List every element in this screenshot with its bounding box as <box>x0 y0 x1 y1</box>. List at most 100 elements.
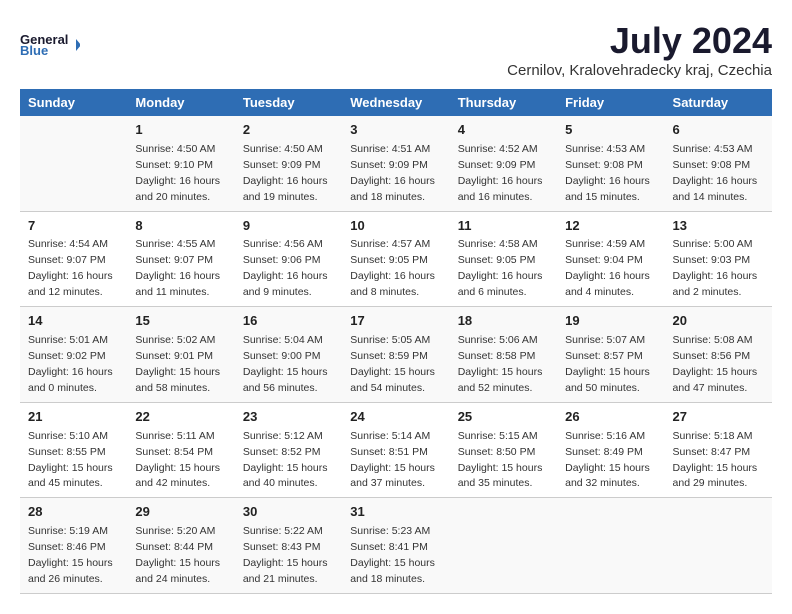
sunrise-text: Sunrise: 5:07 AMSunset: 8:57 PMDaylight:… <box>565 334 650 394</box>
sunrise-text: Sunrise: 4:53 AMSunset: 9:08 PMDaylight:… <box>565 143 650 203</box>
col-header-monday: Monday <box>127 89 234 116</box>
sunrise-text: Sunrise: 5:01 AMSunset: 9:02 PMDaylight:… <box>28 334 113 394</box>
table-cell: 26 Sunrise: 5:16 AMSunset: 8:49 PMDayligh… <box>557 402 664 498</box>
table-cell: 1Sunrise: 4:50 AMSunset: 9:10 PMDaylight… <box>127 116 234 211</box>
table-cell <box>20 116 127 211</box>
week-row-3: 14 Sunrise: 5:01 AMSunset: 9:02 PMDayligh… <box>20 307 772 403</box>
sunrise-text: Sunrise: 5:05 AMSunset: 8:59 PMDaylight:… <box>350 334 435 394</box>
day-number: 14 <box>28 312 119 331</box>
day-number: 23 <box>243 408 334 427</box>
logo-svg: General Blue <box>20 20 80 70</box>
sunrise-text: Sunrise: 5:19 AMSunset: 8:46 PMDaylight:… <box>28 525 113 585</box>
day-number: 25 <box>458 408 549 427</box>
table-cell: 31 Sunrise: 5:23 AMSunset: 8:41 PMDayligh… <box>342 498 449 594</box>
table-cell: 30Sunrise: 5:22 AMSunset: 8:43 PMDayligh… <box>235 498 342 594</box>
sunrise-text: Sunrise: 5:12 AMSunset: 8:52 PMDaylight:… <box>243 430 328 490</box>
day-number: 27 <box>673 408 764 427</box>
week-row-2: 7Sunrise: 4:54 AMSunset: 9:07 PMDaylight… <box>20 211 772 307</box>
table-cell: 21Sunrise: 5:10 AMSunset: 8:55 PMDayligh… <box>20 402 127 498</box>
sunrise-text: Sunrise: 5:08 AMSunset: 8:56 PMDaylight:… <box>673 334 758 394</box>
day-number: 5 <box>565 121 656 140</box>
calendar-table: SundayMondayTuesdayWednesdayThursdayFrid… <box>20 89 772 594</box>
table-cell: 27 Sunrise: 5:18 AMSunset: 8:47 PMDayligh… <box>665 402 772 498</box>
day-number: 11 <box>458 217 549 236</box>
col-header-sunday: Sunday <box>20 89 127 116</box>
table-cell <box>665 498 772 594</box>
day-number: 16 <box>243 312 334 331</box>
table-cell: 28 Sunrise: 5:19 AMSunset: 8:46 PMDayligh… <box>20 498 127 594</box>
table-cell: 15 Sunrise: 5:02 AMSunset: 9:01 PMDayligh… <box>127 307 234 403</box>
day-number: 10 <box>350 217 441 236</box>
sunrise-text: Sunrise: 4:57 AMSunset: 9:05 PMDaylight:… <box>350 238 435 298</box>
month-title: July 2024 <box>507 20 772 62</box>
sunrise-text: Sunrise: 4:52 AMSunset: 9:09 PMDaylight:… <box>458 143 543 203</box>
sunrise-text: Sunrise: 5:02 AMSunset: 9:01 PMDaylight:… <box>135 334 220 394</box>
location-subtitle: Cernilov, Kralovehradecky kraj, Czechia <box>507 62 772 79</box>
day-number: 31 <box>350 503 441 522</box>
table-cell: 11 Sunrise: 4:58 AMSunset: 9:05 PMDayligh… <box>450 211 557 307</box>
sunrise-text: Sunrise: 5:16 AMSunset: 8:49 PMDaylight:… <box>565 430 650 490</box>
table-cell: 16 Sunrise: 5:04 AMSunset: 9:00 PMDayligh… <box>235 307 342 403</box>
col-header-wednesday: Wednesday <box>342 89 449 116</box>
week-row-1: 1Sunrise: 4:50 AMSunset: 9:10 PMDaylight… <box>20 116 772 211</box>
table-cell: 8 Sunrise: 4:55 AMSunset: 9:07 PMDaylight… <box>127 211 234 307</box>
table-cell: 23 Sunrise: 5:12 AMSunset: 8:52 PMDayligh… <box>235 402 342 498</box>
table-cell: 24 Sunrise: 5:14 AMSunset: 8:51 PMDayligh… <box>342 402 449 498</box>
sunrise-text: Sunrise: 5:10 AMSunset: 8:55 PMDaylight:… <box>28 430 113 490</box>
sunrise-text: Sunrise: 4:58 AMSunset: 9:05 PMDaylight:… <box>458 238 543 298</box>
day-number: 29 <box>135 503 226 522</box>
day-number: 8 <box>135 217 226 236</box>
table-cell: 7Sunrise: 4:54 AMSunset: 9:07 PMDaylight… <box>20 211 127 307</box>
col-header-saturday: Saturday <box>665 89 772 116</box>
sunrise-text: Sunrise: 4:51 AMSunset: 9:09 PMDaylight:… <box>350 143 435 203</box>
sunrise-text: Sunrise: 5:23 AMSunset: 8:41 PMDaylight:… <box>350 525 435 585</box>
table-cell: 10 Sunrise: 4:57 AMSunset: 9:05 PMDayligh… <box>342 211 449 307</box>
sunrise-text: Sunrise: 5:20 AMSunset: 8:44 PMDaylight:… <box>135 525 220 585</box>
week-row-4: 21Sunrise: 5:10 AMSunset: 8:55 PMDayligh… <box>20 402 772 498</box>
day-number: 20 <box>673 312 764 331</box>
day-number: 28 <box>28 503 119 522</box>
table-cell: 5 Sunrise: 4:53 AMSunset: 9:08 PMDaylight… <box>557 116 664 211</box>
sunrise-text: Sunrise: 5:04 AMSunset: 9:00 PMDaylight:… <box>243 334 328 394</box>
table-cell: 29 Sunrise: 5:20 AMSunset: 8:44 PMDayligh… <box>127 498 234 594</box>
day-number: 24 <box>350 408 441 427</box>
table-cell: 6Sunrise: 4:53 AMSunset: 9:08 PMDaylight… <box>665 116 772 211</box>
title-block: July 2024 Cernilov, Kralovehradecky kraj… <box>507 20 772 79</box>
table-cell <box>557 498 664 594</box>
day-number: 12 <box>565 217 656 236</box>
table-cell: 2 Sunrise: 4:50 AMSunset: 9:09 PMDaylight… <box>235 116 342 211</box>
day-number: 4 <box>458 121 549 140</box>
day-number: 15 <box>135 312 226 331</box>
day-number: 9 <box>243 217 334 236</box>
table-cell: 13Sunrise: 5:00 AMSunset: 9:03 PMDayligh… <box>665 211 772 307</box>
table-cell: 3 Sunrise: 4:51 AMSunset: 9:09 PMDaylight… <box>342 116 449 211</box>
day-number: 6 <box>673 121 764 140</box>
day-number: 7 <box>28 217 119 236</box>
day-number: 17 <box>350 312 441 331</box>
table-cell: 12Sunrise: 4:59 AMSunset: 9:04 PMDayligh… <box>557 211 664 307</box>
table-cell: 19 Sunrise: 5:07 AMSunset: 8:57 PMDayligh… <box>557 307 664 403</box>
calendar-header-row: SundayMondayTuesdayWednesdayThursdayFrid… <box>20 89 772 116</box>
day-number: 19 <box>565 312 656 331</box>
sunrise-text: Sunrise: 5:18 AMSunset: 8:47 PMDaylight:… <box>673 430 758 490</box>
table-cell <box>450 498 557 594</box>
sunrise-text: Sunrise: 5:22 AMSunset: 8:43 PMDaylight:… <box>243 525 328 585</box>
week-row-5: 28 Sunrise: 5:19 AMSunset: 8:46 PMDayligh… <box>20 498 772 594</box>
sunrise-text: Sunrise: 5:06 AMSunset: 8:58 PMDaylight:… <box>458 334 543 394</box>
table-cell: 9 Sunrise: 4:56 AMSunset: 9:06 PMDaylight… <box>235 211 342 307</box>
day-number: 26 <box>565 408 656 427</box>
col-header-friday: Friday <box>557 89 664 116</box>
sunrise-text: Sunrise: 4:56 AMSunset: 9:06 PMDaylight:… <box>243 238 328 298</box>
svg-text:Blue: Blue <box>20 43 48 58</box>
day-number: 3 <box>350 121 441 140</box>
sunrise-text: Sunrise: 5:14 AMSunset: 8:51 PMDaylight:… <box>350 430 435 490</box>
table-cell: 18Sunrise: 5:06 AMSunset: 8:58 PMDayligh… <box>450 307 557 403</box>
sunrise-text: Sunrise: 4:50 AMSunset: 9:09 PMDaylight:… <box>243 143 328 203</box>
table-cell: 22Sunrise: 5:11 AMSunset: 8:54 PMDayligh… <box>127 402 234 498</box>
table-cell: 20 Sunrise: 5:08 AMSunset: 8:56 PMDayligh… <box>665 307 772 403</box>
day-number: 2 <box>243 121 334 140</box>
table-cell: 14 Sunrise: 5:01 AMSunset: 9:02 PMDayligh… <box>20 307 127 403</box>
sunrise-text: Sunrise: 4:55 AMSunset: 9:07 PMDaylight:… <box>135 238 220 298</box>
table-cell: 4 Sunrise: 4:52 AMSunset: 9:09 PMDaylight… <box>450 116 557 211</box>
day-number: 22 <box>135 408 226 427</box>
